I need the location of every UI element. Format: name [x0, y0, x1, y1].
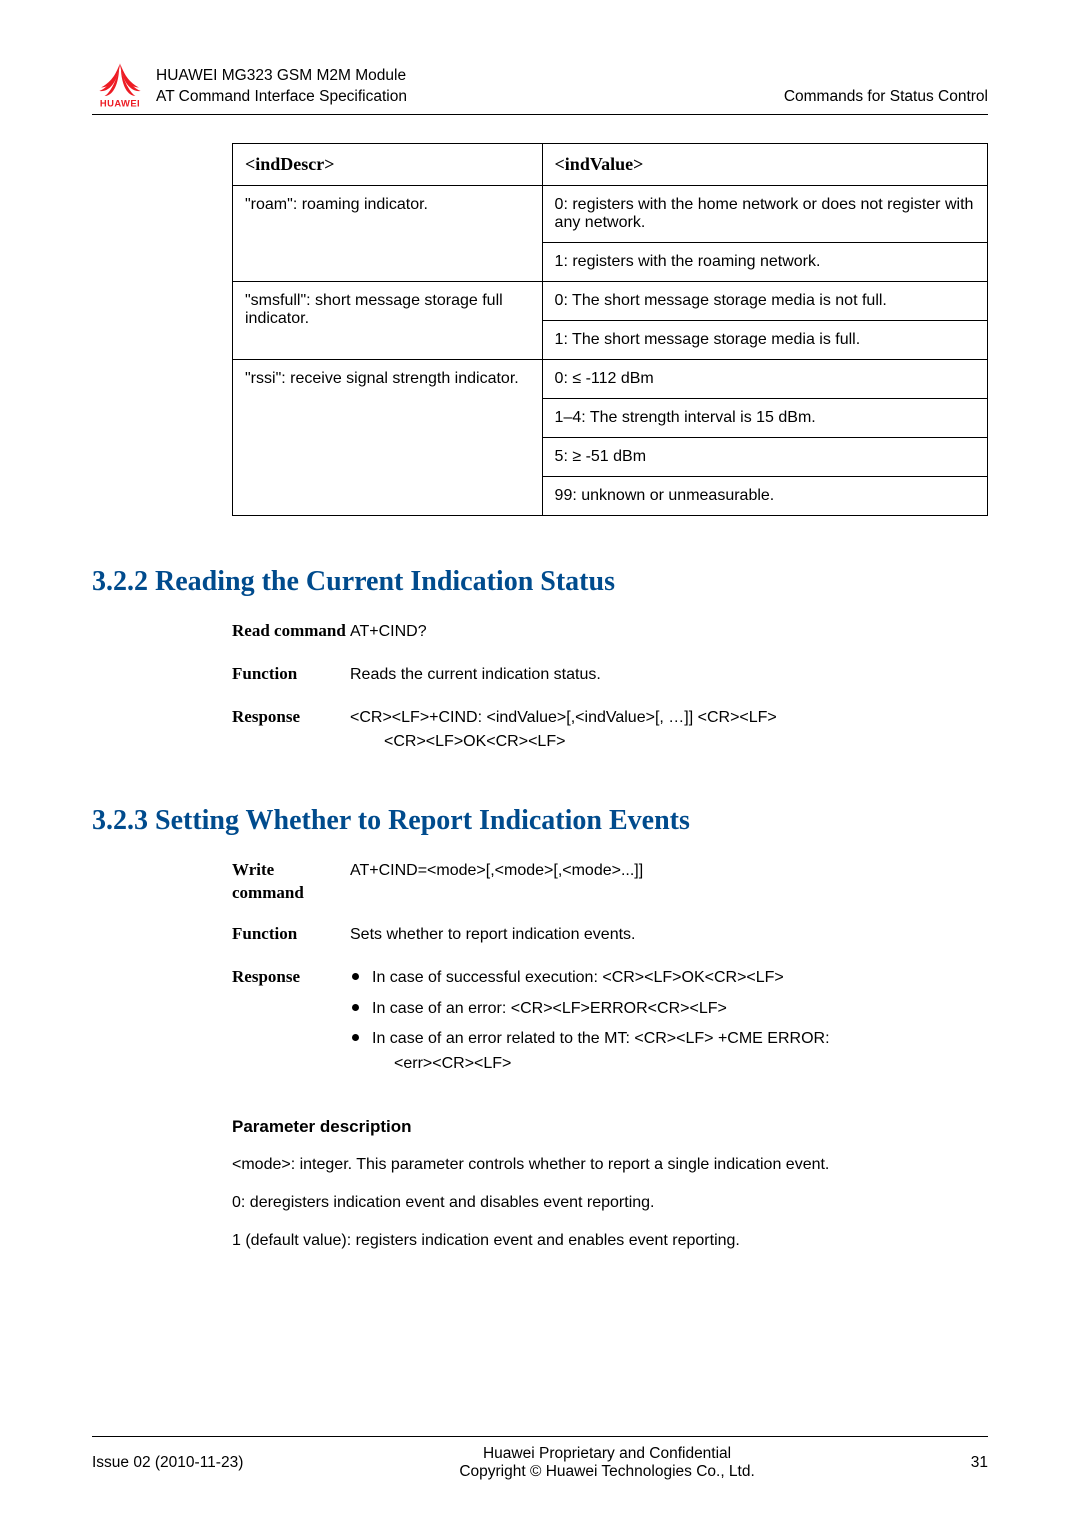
logo-text: HUAWEI: [100, 97, 140, 108]
response-323-item0: In case of successful execution: <CR><LF…: [350, 966, 988, 991]
td-rssi-v3: 99: unknown or unmeasurable.: [542, 477, 987, 516]
response-322-line1: <CR><LF>+CIND: <indValue>[,<indValue>[, …: [350, 706, 988, 731]
function-text-322: Reads the current indication status.: [350, 663, 988, 688]
footer-issue: Issue 02 (2010-11-23): [92, 1454, 243, 1472]
header-section-label: Commands for Status Control: [784, 88, 988, 108]
td-rssi-descr: "rssi": receive signal strength indicato…: [233, 360, 543, 516]
td-roam-v1: 1: registers with the roaming network.: [542, 243, 987, 282]
write-command-value: AT+CIND=<mode>[,<mode>[,<mode>...]]: [350, 859, 988, 905]
td-roam-descr: "roam": roaming indicator.: [233, 186, 543, 282]
function-label-323: Function: [232, 923, 350, 948]
ind-table: <indDescr> <indValue> "roam": roaming in…: [232, 143, 988, 516]
read-command-label: Read command: [232, 620, 350, 645]
td-smsfull-descr: "smsfull": short message storage full in…: [233, 282, 543, 360]
param-line-2: 0: deregisters indication event and disa…: [232, 1191, 988, 1215]
doc-subtitle: AT Command Interface Specification: [156, 87, 407, 108]
td-smsfull-v0: 0: The short message storage media is no…: [542, 282, 987, 321]
param-line-1: <mode>: integer. This parameter controls…: [232, 1153, 988, 1177]
response-label-322: Response: [232, 706, 350, 756]
section-323-title: 3.2.3 Setting Whether to Report Indicati…: [92, 805, 988, 837]
response-322-line2: <CR><LF>OK<CR><LF>: [350, 730, 988, 755]
footer-page-number: 31: [971, 1454, 988, 1472]
huawei-logo: HUAWEI: [92, 60, 148, 108]
function-label-322: Function: [232, 663, 350, 688]
response-label-323: Response: [232, 966, 350, 1083]
td-roam-v0: 0: registers with the home network or do…: [542, 186, 987, 243]
product-name: HUAWEI MG323 GSM M2M Module: [156, 66, 407, 87]
response-323-sub: <err><CR><LF>: [372, 1052, 988, 1077]
write-command-label: Write command: [232, 859, 350, 905]
page-header: HUAWEI HUAWEI MG323 GSM M2M Module AT Co…: [92, 60, 988, 115]
td-rssi-v0: 0: ≤ -112 dBm: [542, 360, 987, 399]
function-text-323: Sets whether to report indication events…: [350, 923, 988, 948]
td-rssi-v2: 5: ≥ -51 dBm: [542, 438, 987, 477]
footer-copyright: Copyright © Huawei Technologies Co., Ltd…: [243, 1463, 970, 1481]
response-323-item1: In case of an error: <CR><LF>ERROR<CR><L…: [350, 997, 988, 1022]
param-line-3: 1 (default value): registers indication …: [232, 1229, 988, 1253]
td-rssi-v1: 1–4: The strength interval is 15 dBm.: [542, 399, 987, 438]
section-322-title: 3.2.2 Reading the Current Indication Sta…: [92, 566, 988, 598]
header-left: HUAWEI HUAWEI MG323 GSM M2M Module AT Co…: [92, 60, 407, 108]
read-command-value: AT+CIND?: [350, 620, 988, 645]
page-footer: Issue 02 (2010-11-23) Huawei Proprietary…: [92, 1436, 988, 1481]
response-323-item2: In case of an error related to the MT: <…: [372, 1030, 830, 1047]
footer-proprietary: Huawei Proprietary and Confidential: [243, 1445, 970, 1463]
th-indvalue: <indValue>: [542, 144, 987, 186]
th-inddescr: <indDescr>: [233, 144, 543, 186]
param-description-title: Parameter description: [232, 1117, 988, 1137]
td-smsfull-v1: 1: The short message storage media is fu…: [542, 321, 987, 360]
